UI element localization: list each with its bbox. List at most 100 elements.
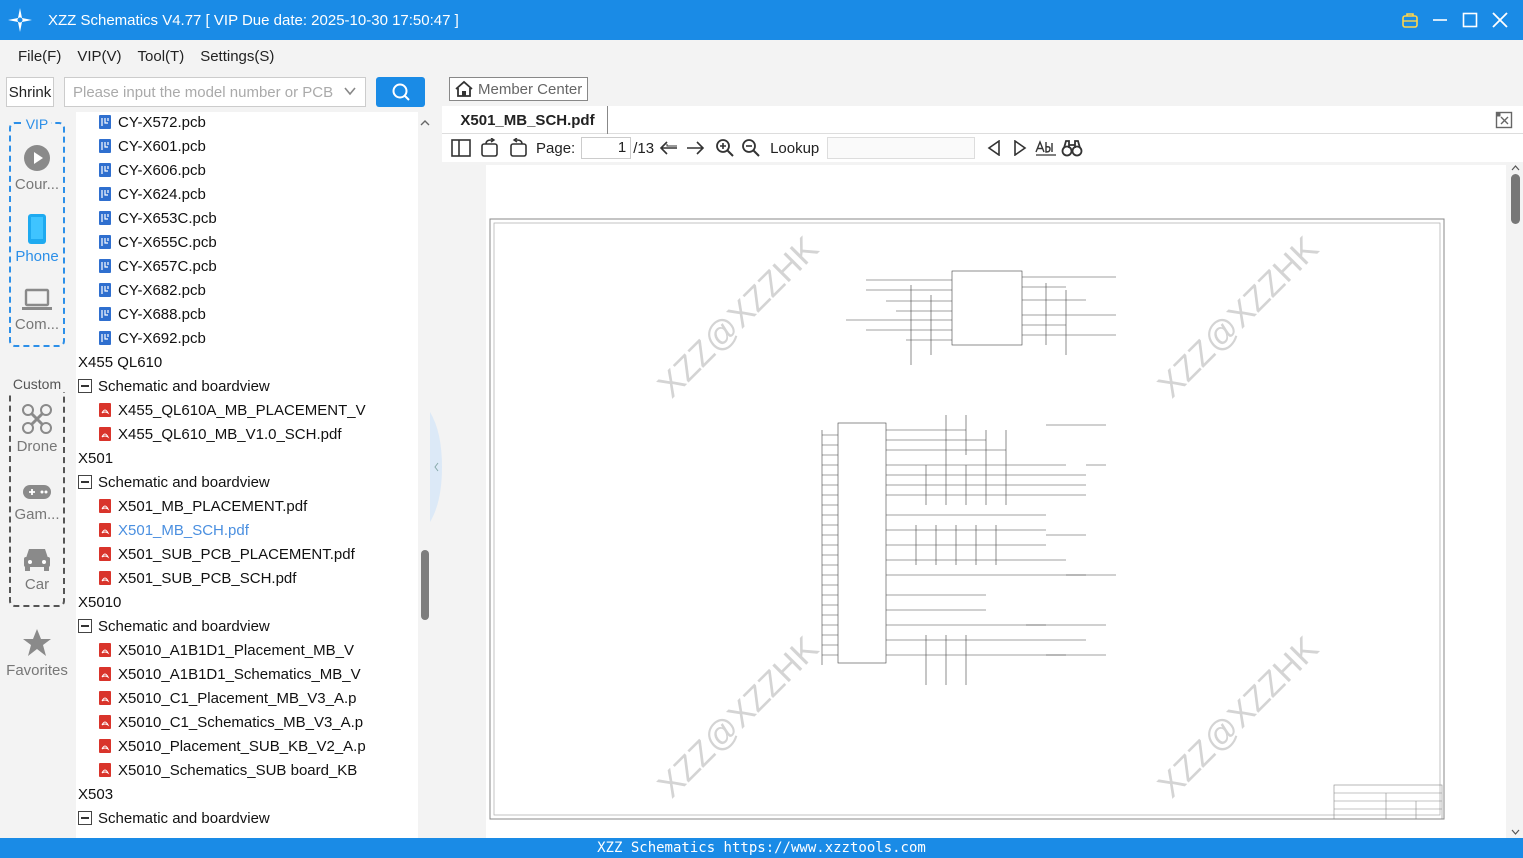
tree-pdf-file[interactable]: X5010_C1_Placement_MB_V3_A.p <box>98 686 357 710</box>
window-title: XZZ Schematics V4.77 [ VIP Due date: 202… <box>48 11 459 29</box>
collapse-icon[interactable] <box>78 379 92 393</box>
collapse-icon[interactable] <box>78 811 92 825</box>
close-tab-icon[interactable] <box>1495 111 1513 129</box>
tree-folder[interactable]: Schematic and boardview <box>78 374 270 398</box>
tree-pcb-file[interactable]: CY-X692.pcb <box>98 326 206 350</box>
tree-folder[interactable]: X503 <box>76 782 113 806</box>
search-button[interactable] <box>376 77 425 107</box>
pdf-file-icon <box>99 427 111 441</box>
menu-vip[interactable]: VIP(V) <box>77 48 121 65</box>
maximize-icon[interactable] <box>1455 0 1485 40</box>
close-icon[interactable] <box>1485 0 1515 40</box>
menu-tool[interactable]: Tool(T) <box>138 48 185 65</box>
member-center-button[interactable]: Member Center <box>449 77 588 101</box>
viewer-scroll-down-icon[interactable] <box>1508 826 1523 838</box>
prev-page-icon[interactable] <box>656 134 682 162</box>
tree-pdf-file[interactable]: X501_MB_PLACEMENT.pdf <box>98 494 307 518</box>
shrink-button[interactable]: Shrink <box>6 77 54 107</box>
chevron-down-icon[interactable] <box>343 84 357 102</box>
tree-item-label: X501_MB_PLACEMENT.pdf <box>118 497 308 515</box>
tree-pdf-file[interactable]: X455_QL610A_MB_PLACEMENT_V <box>98 398 366 422</box>
tree-item-label: X455 QL610 <box>78 353 163 371</box>
menu-settings[interactable]: Settings(S) <box>200 48 274 65</box>
tree-pcb-file[interactable]: CY-X682.pcb <box>98 278 206 302</box>
pdf-file-icon <box>99 403 111 417</box>
tree-pdf-file[interactable]: X5010_A1B1D1_Placement_MB_V <box>98 638 354 662</box>
category-favorites[interactable]: Favorites <box>0 628 74 679</box>
member-center-label: Member Center <box>478 80 583 98</box>
find-prev-icon[interactable] <box>981 134 1007 162</box>
menu-file[interactable]: File(F) <box>18 48 61 65</box>
tree-folder[interactable]: Schematic and boardview <box>78 470 270 494</box>
tree-pcb-file[interactable]: CY-X655C.pcb <box>98 230 217 254</box>
match-case-icon[interactable] <box>1033 134 1059 162</box>
next-page-icon[interactable] <box>682 134 708 162</box>
gamepad-icon <box>23 485 51 499</box>
tree-item-label: CY-X655C.pcb <box>118 233 217 251</box>
collapse-icon[interactable] <box>78 619 92 633</box>
tree-pdf-file[interactable]: X501_MB_SCH.pdf <box>98 518 249 542</box>
tree-pdf-file[interactable]: X5010_Schematics_SUB board_KB <box>98 758 357 782</box>
viewer-scrollbar[interactable] <box>1508 162 1523 838</box>
category-computer-label: Com... <box>14 316 60 333</box>
category-computer[interactable]: Com... <box>0 288 74 333</box>
tree-item-label: Schematic and boardview <box>98 377 270 395</box>
tree-pcb-file[interactable]: CY-X572.pcb <box>98 112 206 134</box>
tree-pcb-file[interactable]: CY-X624.pcb <box>98 182 206 206</box>
tree-pdf-file[interactable]: X501_SUB_PCB_SCH.pdf <box>98 566 296 590</box>
viewer-scroll-thumb[interactable] <box>1511 174 1520 224</box>
tree-pcb-file[interactable]: CY-X653C.pcb <box>98 206 217 230</box>
tree-pdf-file[interactable]: X5010_Placement_SUB_KB_V2_A.p <box>98 734 366 758</box>
pcb-file-icon <box>99 331 111 345</box>
tree-item-label: CY-X692.pcb <box>118 329 206 347</box>
category-car[interactable]: Car <box>0 546 74 593</box>
sidebar-toggle-icon[interactable] <box>446 134 476 162</box>
viewer-scroll-up-icon[interactable] <box>1508 162 1523 174</box>
watermark: XZZ@XZZHK XZZ@XZZHK XZZ@XZZHK XZZ@XZZHK <box>650 229 1326 805</box>
tab-x501-mb-sch[interactable]: X501_MB_SCH.pdf <box>448 106 608 134</box>
zoom-in-icon[interactable] <box>712 134 738 162</box>
tree-pdf-file[interactable]: X501_SUB_PCB_PLACEMENT.pdf <box>98 542 355 566</box>
vip-bag-icon[interactable] <box>1395 0 1425 40</box>
tree-pdf-file[interactable]: X5010_A1B1D1_Schematics_MB_V <box>98 662 361 686</box>
search-input[interactable]: Please input the model number or PCB <box>64 77 366 107</box>
tree-pcb-file[interactable]: CY-X601.pcb <box>98 134 206 158</box>
category-game[interactable]: Gam... <box>0 482 74 523</box>
tree-folder[interactable]: X5010 <box>76 590 121 614</box>
tree-pdf-file[interactable]: X455_QL610_MB_V1.0_SCH.pdf <box>98 422 341 446</box>
tree-folder[interactable]: Schematic and boardview <box>78 806 270 830</box>
rotate-right-icon[interactable] <box>504 134 532 162</box>
tree-pdf-file[interactable]: X5010_C1_Schematics_MB_V3_A.p <box>98 710 363 734</box>
find-next-icon[interactable] <box>1007 134 1033 162</box>
pane-splitter[interactable] <box>430 72 442 838</box>
home-icon <box>455 80 473 97</box>
page-number-input[interactable]: 1 <box>581 137 632 159</box>
tree-item-label: X5010_Schematics_SUB board_KB <box>118 761 358 779</box>
drone-icon <box>22 404 52 434</box>
pdf-file-icon <box>99 547 111 561</box>
tree-pcb-file[interactable]: CY-X606.pcb <box>98 158 206 182</box>
pdf-viewport[interactable]: XZZ@XZZHK XZZ@XZZHK XZZ@XZZHK XZZ@XZZHK <box>442 162 1523 838</box>
tree-folder[interactable]: X501 <box>76 446 113 470</box>
category-course[interactable]: Cour... <box>0 144 74 193</box>
tree-item-label: CY-X688.pcb <box>118 305 206 323</box>
rotate-left-icon[interactable] <box>476 134 504 162</box>
tree-pcb-file[interactable]: CY-X688.pcb <box>98 302 206 326</box>
category-phone[interactable]: Phone <box>0 214 74 265</box>
collapse-handle-icon[interactable] <box>430 412 442 522</box>
app-logo-icon <box>0 0 40 40</box>
tree-pcb-file[interactable]: CY-X657C.pcb <box>98 254 217 278</box>
scroll-up-icon[interactable] <box>418 116 432 130</box>
zoom-out-icon[interactable] <box>738 134 764 162</box>
category-drone[interactable]: Drone <box>0 404 74 455</box>
tree-folder[interactable]: X455 QL610 <box>76 350 162 374</box>
pcb-file-icon <box>99 163 111 177</box>
tree-scroll-thumb[interactable] <box>421 550 429 620</box>
file-tree[interactable]: CY-X572.pcb CY-X601.pcb CY-X606.pcb CY-X624… <box>76 112 418 838</box>
tree-item-label: Schematic and boardview <box>98 617 270 635</box>
minimize-icon[interactable] <box>1425 0 1455 40</box>
collapse-icon[interactable] <box>78 475 92 489</box>
binoculars-icon[interactable] <box>1059 134 1085 162</box>
tree-folder[interactable]: Schematic and boardview <box>78 614 270 638</box>
lookup-input[interactable] <box>827 137 976 159</box>
